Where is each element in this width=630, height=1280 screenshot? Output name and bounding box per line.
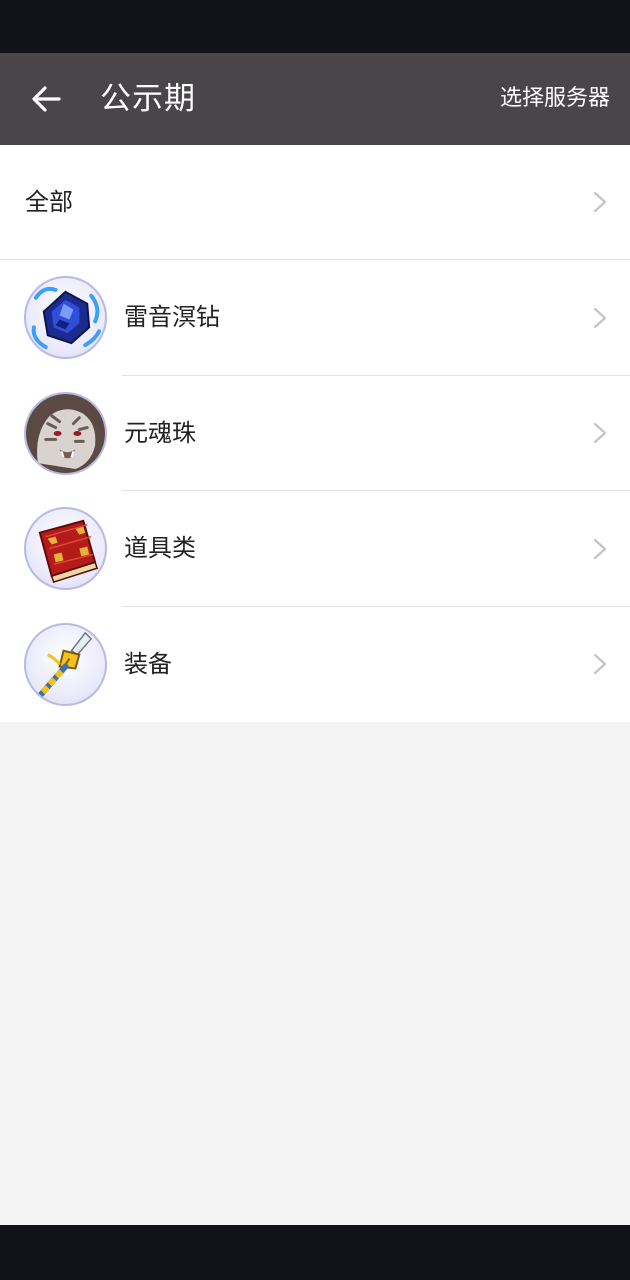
list-item-label: 元魂珠 bbox=[124, 418, 196, 447]
back-button[interactable] bbox=[18, 73, 74, 125]
arrow-left-icon bbox=[32, 86, 61, 112]
list-item[interactable]: 元魂珠 bbox=[0, 376, 630, 491]
blue-gem-icon bbox=[24, 276, 107, 359]
system-nav-bar bbox=[0, 1225, 630, 1280]
list-item-label: 全部 bbox=[25, 188, 73, 216]
chevron-right-icon bbox=[593, 307, 607, 328]
list-item-label: 道具类 bbox=[124, 534, 196, 562]
select-server-button[interactable]: 选择服务器 bbox=[500, 53, 610, 145]
list-item[interactable]: 装备 bbox=[0, 607, 630, 723]
chevron-right-icon bbox=[593, 538, 607, 559]
list-item[interactable]: 雷音溟钻 bbox=[0, 260, 630, 376]
category-list: 全部 雷音溟钻 元魂珠 道具类 装备 bbox=[0, 145, 630, 722]
page-title: 公示期 bbox=[100, 81, 196, 117]
red-book-icon bbox=[24, 507, 107, 590]
chevron-right-icon bbox=[593, 423, 607, 444]
list-item-label: 雷音溟钻 bbox=[124, 303, 220, 331]
top-toolbar: 公示期 选择服务器 bbox=[0, 53, 630, 145]
white-tiger-icon bbox=[24, 391, 107, 475]
list-item-label: 装备 bbox=[124, 649, 172, 678]
list-item[interactable]: 道具类 bbox=[0, 491, 630, 607]
spear-icon bbox=[24, 622, 107, 706]
chevron-right-icon bbox=[593, 654, 607, 675]
status-bar bbox=[0, 0, 630, 53]
chevron-right-icon bbox=[593, 191, 607, 213]
list-item-all[interactable]: 全部 bbox=[0, 145, 630, 260]
